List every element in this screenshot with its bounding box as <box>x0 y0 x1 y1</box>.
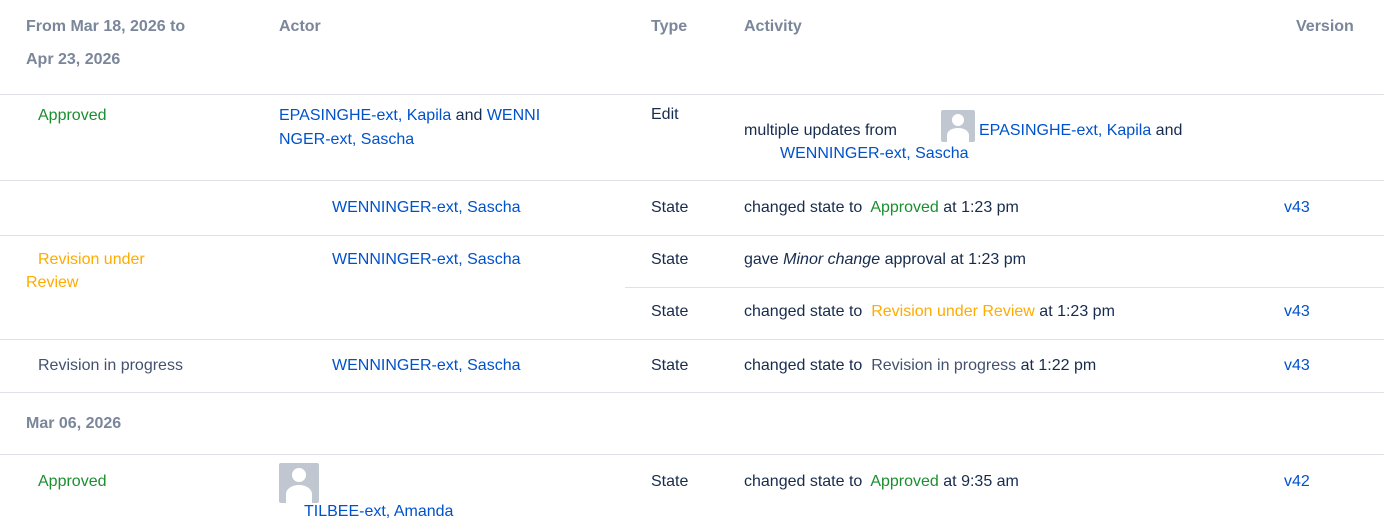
activity-prefix: changed state to <box>744 303 863 320</box>
activity-time: approval at 1:23 pm <box>884 251 1026 268</box>
type-cell: State <box>651 473 689 490</box>
state-label-review: Revision under Review <box>871 303 1035 320</box>
user-link[interactable]: WENNINGER-ext, Sascha <box>332 250 520 270</box>
version-link[interactable]: v43 <box>1284 302 1310 322</box>
activity-prefix: gave <box>744 251 779 268</box>
activity-prefix: changed state to <box>744 199 863 216</box>
and-text: and <box>1155 122 1183 139</box>
state-label-approved: Approved <box>38 473 107 490</box>
type-cell: State <box>651 251 689 268</box>
state-label-review: Revision under <box>38 251 145 268</box>
state-label-approved: Approved <box>38 107 107 124</box>
divider <box>0 235 1384 236</box>
state-label-in-progress: Revision in progress <box>871 357 1017 374</box>
activity-cell: changed state to Revision in progress at… <box>744 356 1096 376</box>
activity-prefix: changed state to <box>744 473 863 490</box>
divider <box>625 287 1384 288</box>
activity-cell: changed state to Approved at 1:23 pm <box>744 198 1019 218</box>
user-avatar-icon <box>941 110 975 142</box>
type-cell: Edit <box>651 106 679 123</box>
user-link[interactable]: EPASINGHE-ext, Kapila <box>279 107 451 124</box>
activity-time: at 1:23 pm <box>1039 303 1115 320</box>
and-text: and <box>455 107 483 124</box>
date-group-header: Mar 06, 2026 <box>26 415 122 432</box>
version-link[interactable]: v43 <box>1284 198 1310 218</box>
divider <box>0 454 1384 455</box>
user-avatar-icon <box>279 463 319 503</box>
state-label-approved: Approved <box>870 199 939 216</box>
activity-prefix: multiple updates from <box>744 122 897 139</box>
version-column-header: Version <box>1296 18 1354 35</box>
state-label-review: Review <box>26 274 79 291</box>
activity-users: EPASINGHE-ext, Kapila and <box>979 121 1182 141</box>
activity-cell: changed state to Revision under Review a… <box>744 302 1115 322</box>
user-link[interactable]: NGER-ext, Sascha <box>279 130 414 150</box>
approval-type: Minor change <box>783 251 881 268</box>
period-header-line2: Apr 23, 2026 <box>26 51 121 68</box>
user-link[interactable]: TILBEE-ext, Amanda <box>304 502 453 522</box>
version-link[interactable]: v42 <box>1284 472 1310 492</box>
activity-cell: gave Minor change approval at 1:23 pm <box>744 250 1026 270</box>
activity-column-header: Activity <box>744 18 802 35</box>
type-cell: State <box>651 199 689 216</box>
activity-time: at 1:22 pm <box>1020 357 1097 374</box>
actor-column-header: Actor <box>279 18 321 35</box>
user-link[interactable]: WENNINGER-ext, Sascha <box>332 198 520 218</box>
type-column-header: Type <box>651 18 688 35</box>
user-link[interactable]: WENNI <box>487 107 540 124</box>
user-link[interactable]: WENNINGER-ext, Sascha <box>332 356 520 376</box>
type-cell: State <box>651 303 689 320</box>
type-cell: State <box>651 357 689 374</box>
state-label-approved: Approved <box>870 473 939 490</box>
version-link[interactable]: v43 <box>1284 356 1310 376</box>
divider <box>0 339 1384 340</box>
actor-cell: EPASINGHE-ext, Kapila and WENNI <box>279 106 540 126</box>
activity-cell: changed state to Approved at 9:35 am <box>744 472 1019 492</box>
activity-time: at 1:23 pm <box>943 199 1019 216</box>
divider <box>0 94 1384 95</box>
divider <box>0 180 1384 181</box>
period-header-line1: From Mar 18, 2026 to <box>26 18 186 35</box>
activity-time: at 9:35 am <box>943 473 1019 490</box>
activity-prefix: changed state to <box>744 357 863 374</box>
user-link[interactable]: EPASINGHE-ext, Kapila <box>979 122 1151 139</box>
divider <box>0 392 1384 393</box>
state-label-in-progress: Revision in progress <box>38 357 183 374</box>
user-link[interactable]: WENNINGER-ext, Sascha <box>780 144 968 164</box>
